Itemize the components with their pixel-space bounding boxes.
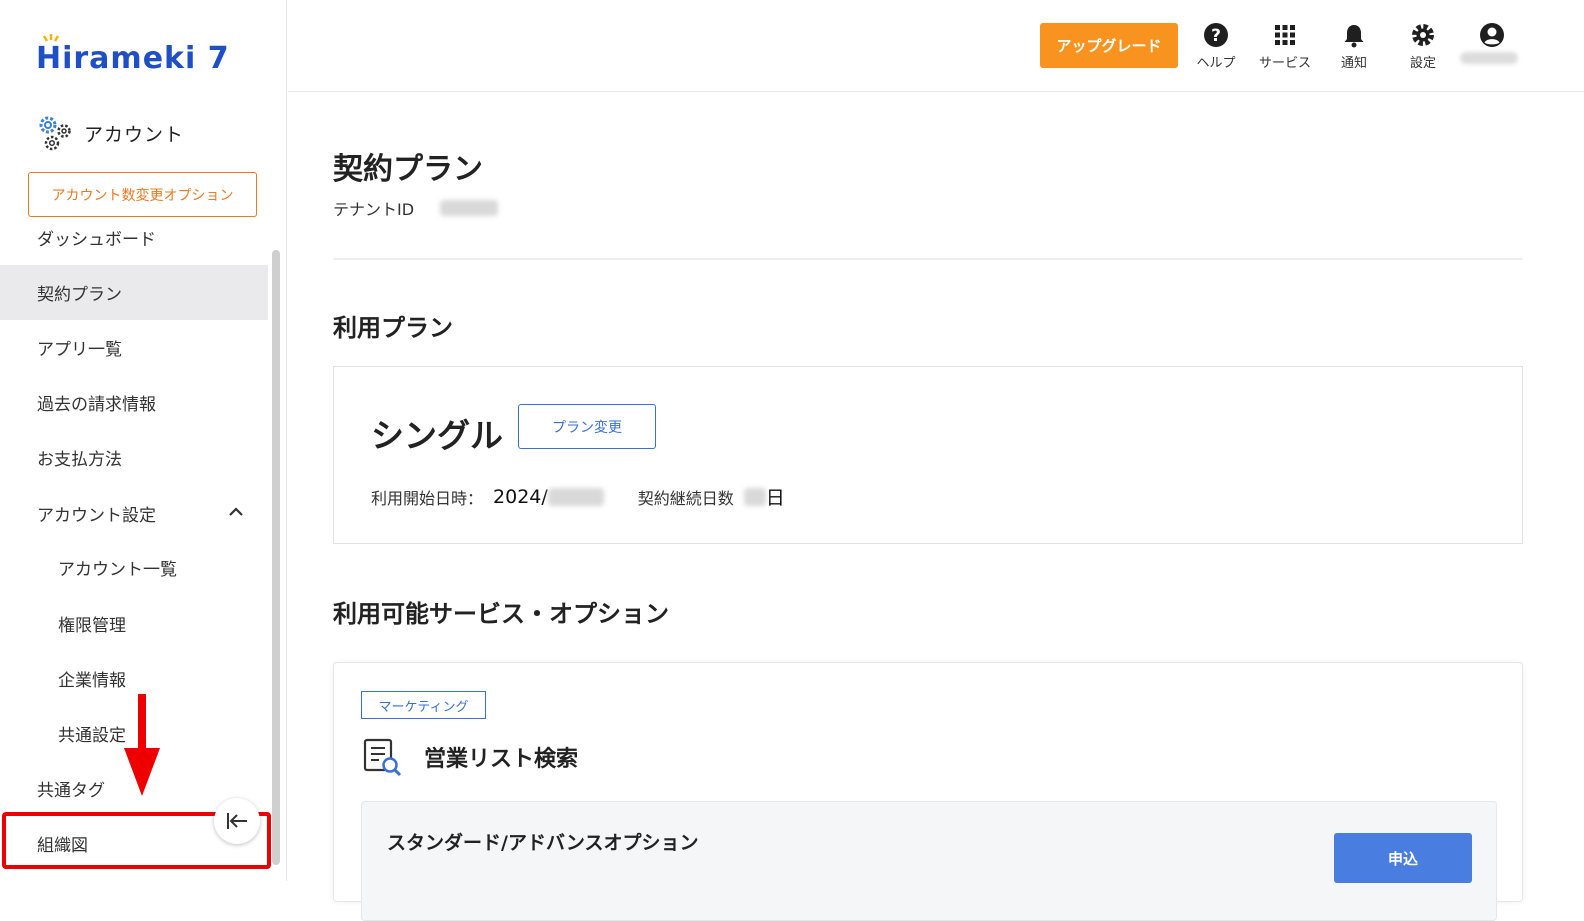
plan-name: シングル <box>371 416 503 455</box>
apps-grid-icon <box>1275 25 1295 45</box>
start-date-label: 利用開始日時： <box>371 488 484 508</box>
notifications-label: 通知 <box>1340 56 1367 71</box>
start-date-value: 2024/ <box>493 485 548 508</box>
services-button[interactable]: サービス <box>1250 22 1320 71</box>
services-label: サービス <box>1258 56 1311 71</box>
service-title-row: 営業リスト検索 <box>362 737 578 777</box>
account-section-label: アカウント <box>84 123 185 146</box>
sidebar-item-app-list[interactable]: アプリ一覧 <box>0 320 268 375</box>
sidebar-item-label: 共通タグ <box>37 781 105 801</box>
sidebar-item-permissions[interactable]: 権限管理 <box>0 596 268 651</box>
sidebar-item-dashboard[interactable]: ダッシュボード <box>0 210 268 265</box>
svg-text:?: ? <box>1211 26 1221 46</box>
sidebar-item-label: 共通設定 <box>58 726 126 746</box>
logo-text: Hirameki 7 <box>36 40 230 76</box>
option-box: スタンダード/アドバンスオプション 申込 <box>361 801 1497 921</box>
sidebar-item-label: ダッシュボード <box>37 230 156 250</box>
sidebar-item-account-settings[interactable]: アカウント設定 <box>0 486 268 541</box>
sidebar-item-label: 権限管理 <box>58 616 126 636</box>
user-menu-button[interactable] <box>1457 22 1527 48</box>
tenant-id-row: テナントID <box>333 196 499 220</box>
tenant-id-label: テナントID <box>333 200 415 219</box>
sidebar-item-label: 過去の請求情報 <box>37 395 156 415</box>
sidebar-scrollbar[interactable] <box>272 250 280 865</box>
apply-button[interactable]: 申込 <box>1334 833 1472 883</box>
sidebar-item-label: アプリ一覧 <box>37 340 122 360</box>
start-date-redacted <box>547 487 604 506</box>
gear-icon <box>1412 24 1434 46</box>
service-category-tag: マーケティング <box>361 691 486 719</box>
continuous-days-redacted <box>743 487 766 506</box>
account-section-header: アカウント <box>36 114 184 152</box>
help-icon: ? <box>1204 23 1228 47</box>
option-title: スタンダード/アドバンスオプション <box>387 832 699 854</box>
sidebar-item-contract-plan[interactable]: 契約プラン <box>0 265 268 320</box>
sidebar: Hirameki 7 アカウント アカウント数変更オプション ダッシュボード 契… <box>0 0 287 881</box>
collapse-sidebar-button[interactable] <box>214 798 260 844</box>
user-avatar-icon <box>1480 23 1504 47</box>
day-unit: 日 <box>765 487 785 509</box>
sidebar-item-label: アカウント一覧 <box>58 560 177 580</box>
plan-meta-row: 利用開始日時： 2024/ 契約継続日数 日 <box>371 483 785 510</box>
help-label: ヘルプ <box>1196 56 1236 71</box>
gears-icon <box>39 116 71 151</box>
sidebar-item-billing-history[interactable]: 過去の請求情報 <box>0 375 268 430</box>
collapse-left-icon <box>227 813 247 829</box>
upgrade-button[interactable]: アップグレード <box>1040 23 1178 68</box>
tenant-id-value-redacted <box>440 200 499 216</box>
top-bar: アップグレード ? ヘルプ サービス 通知 設定 <box>288 0 1584 92</box>
notifications-button[interactable]: 通知 <box>1319 22 1389 71</box>
logo-sun-icon <box>42 34 60 42</box>
sidebar-item-label: アカウント設定 <box>37 506 156 526</box>
chevron-up-icon[interactable] <box>228 504 244 520</box>
continuous-days-label: 契約継続日数 <box>637 488 734 508</box>
sidebar-item-label: 契約プラン <box>37 285 122 305</box>
plan-change-button[interactable]: プラン変更 <box>518 404 656 449</box>
title-divider <box>333 258 1523 260</box>
service-title: 営業リスト検索 <box>424 747 579 772</box>
sidebar-item-account-list[interactable]: アカウント一覧 <box>0 540 268 595</box>
bell-icon <box>1344 25 1364 48</box>
services-heading: 利用可能サービス・オプション <box>333 600 669 628</box>
sidebar-item-label: お支払方法 <box>37 450 122 470</box>
list-search-icon <box>363 738 402 777</box>
user-name-redacted <box>1460 52 1518 64</box>
settings-label: 設定 <box>1409 56 1436 71</box>
red-down-arrow-annotation <box>124 694 160 796</box>
plan-card: シングル プラン変更 利用開始日時： 2024/ 契約継続日数 日 <box>333 366 1523 544</box>
hirameki-logo[interactable]: Hirameki 7 <box>36 34 230 78</box>
usage-plan-heading: 利用プラン <box>333 314 453 342</box>
page-title: 契約プラン <box>333 152 483 187</box>
service-card: マーケティング 営業リスト検索 スタンダード/アドバンスオプション 申込 <box>333 662 1523 921</box>
sidebar-item-label: 企業情報 <box>58 671 126 691</box>
help-button[interactable]: ? ヘルプ <box>1181 22 1251 71</box>
settings-button[interactable]: 設定 <box>1388 22 1458 71</box>
sidebar-item-payment-method[interactable]: お支払方法 <box>0 430 268 485</box>
